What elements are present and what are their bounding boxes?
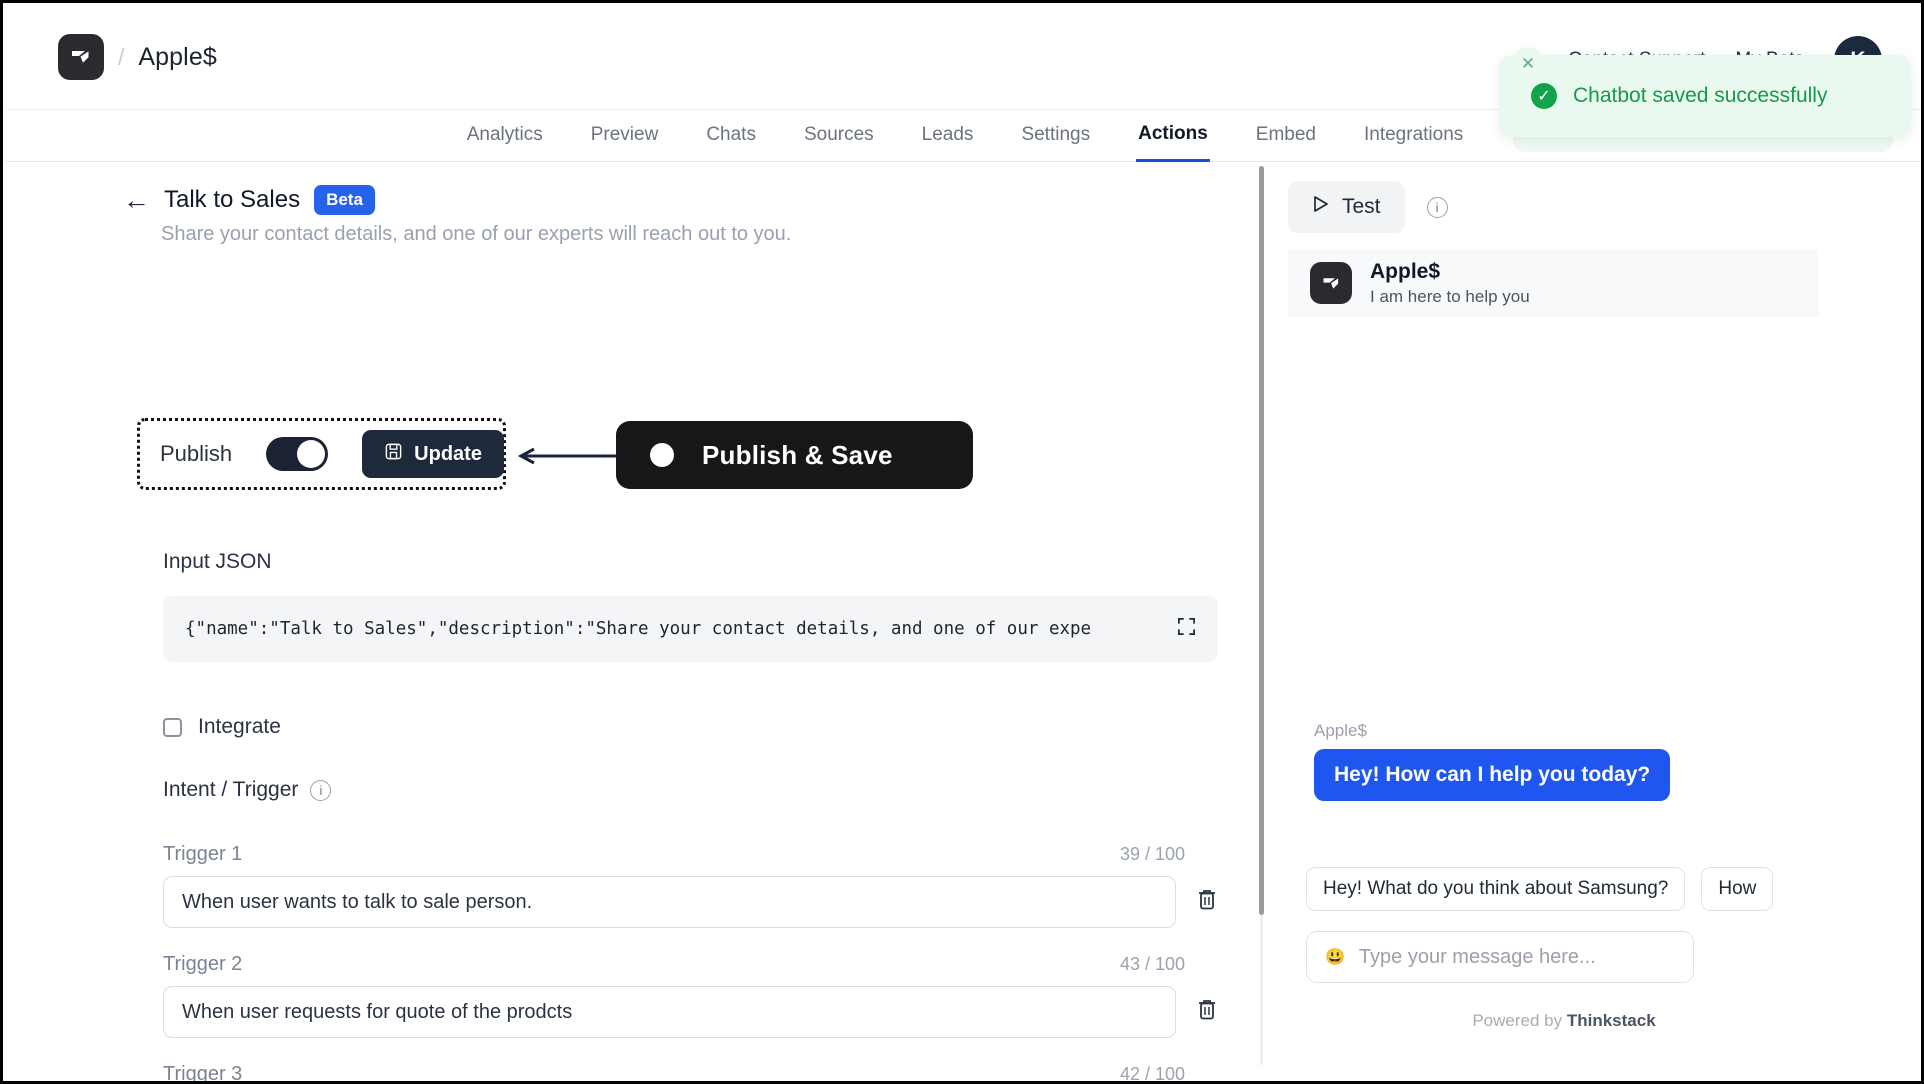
action-header: ← Talk to Sales Beta Share your contact … (123, 185, 792, 246)
integrate-row[interactable]: Integrate (163, 715, 281, 739)
trigger-char-count: 42 / 100 (1119, 1064, 1185, 1084)
tab-preview[interactable]: Preview (589, 124, 661, 160)
chat-bot-name: Apple$ (1370, 259, 1441, 283)
toggle-knob (297, 440, 326, 468)
left-arrow-icon (517, 448, 617, 464)
powered-by-prefix: Powered by (1472, 1011, 1567, 1030)
suggested-reply-chip[interactable]: How (1701, 867, 1774, 911)
annotation-callout: Publish & Save (616, 421, 973, 489)
publish-label: Publish (160, 441, 233, 466)
trigger-char-count: 43 / 100 (1119, 954, 1185, 974)
integrate-label: Integrate (198, 715, 281, 738)
tab-leads[interactable]: Leads (920, 124, 976, 160)
back-arrow-icon[interactable]: ← (123, 186, 150, 214)
callout-text: Publish & Save (702, 439, 893, 470)
beta-badge: Beta (314, 185, 375, 215)
action-editor-panel: ← Talk to Sales Beta Share your contact … (6, 163, 1261, 1084)
tab-analytics[interactable]: Analytics (465, 124, 545, 160)
trigger-input-row: When user wants to talk to sale person. (163, 876, 1218, 928)
thinkstack-logo-icon (1310, 262, 1352, 304)
check-circle-icon: ✓ (1531, 83, 1557, 109)
trigger-head: Trigger 1 39 / 100 (163, 843, 1185, 866)
chat-message-sender: Apple$ (1314, 721, 1367, 740)
tab-embed[interactable]: Embed (1254, 124, 1318, 160)
tab-integrations[interactable]: Integrations (1362, 124, 1465, 160)
tab-chats[interactable]: Chats (704, 124, 758, 160)
trigger-block: Trigger 2 43 / 100 When user requests for … (163, 953, 1218, 1038)
trigger-char-count: 39 / 100 (1119, 844, 1185, 864)
trigger-label: Trigger 1 (163, 843, 243, 865)
toast-message: Chatbot saved successfully (1573, 84, 1828, 107)
info-icon[interactable]: i (1426, 196, 1448, 218)
integrate-checkbox[interactable] (163, 717, 182, 737)
info-icon[interactable]: i (310, 779, 332, 801)
breadcrumb-separator: / (118, 43, 125, 70)
chat-message: Apple$ Hey! How can I help you today? (1314, 721, 1671, 801)
input-json-label: Input JSON (163, 550, 272, 573)
chat-bot-tagline: I am here to help you (1370, 286, 1530, 306)
chat-composer[interactable]: 😃 Type your message here... (1306, 931, 1694, 983)
page-title: Talk to Sales (164, 186, 301, 213)
trigger-head: Trigger 3 42 / 100 (163, 1063, 1185, 1084)
powered-by-footer: Powered by Thinkstack (1268, 1011, 1860, 1031)
trigger-head: Trigger 2 43 / 100 (163, 953, 1185, 976)
play-icon (1312, 195, 1329, 219)
panel-scrollbar-track[interactable] (1260, 915, 1263, 1065)
intent-trigger-label: Intent / Trigger (163, 778, 299, 801)
trash-icon[interactable] (1196, 888, 1218, 917)
chat-message-bubble: Hey! How can I help you today? (1314, 749, 1671, 801)
publish-save-group: Publish Update (137, 418, 506, 490)
triggers-list: Trigger 1 39 / 100 When user wants to talk… (163, 843, 1218, 1084)
update-button[interactable]: Update (362, 430, 504, 478)
test-button-label: Test (1342, 195, 1381, 218)
app-window: / Apple$ Contact Support My Bots K Analy… (0, 0, 1924, 1084)
workspace-name: Apple$ (138, 42, 217, 71)
tab-settings[interactable]: Settings (1019, 124, 1092, 160)
intent-trigger-heading: Intent / Trigger i (163, 778, 332, 802)
trigger-input-row: When user requests for quote of the prod… (163, 986, 1218, 1038)
trigger-input[interactable]: When user requests for quote of the prod… (163, 986, 1176, 1038)
callout-bullet-icon (650, 443, 674, 467)
tab-sources[interactable]: Sources (802, 124, 876, 160)
powered-by-brand: Thinkstack (1566, 1011, 1656, 1030)
test-row: Test i (1288, 181, 1448, 233)
test-button[interactable]: Test (1288, 181, 1405, 233)
trigger-label: Trigger 3 (163, 1063, 243, 1084)
thinkstack-logo-icon[interactable] (58, 34, 104, 80)
chat-input-placeholder: Type your message here... (1358, 945, 1596, 968)
emoji-icon[interactable]: 😃 (1325, 947, 1345, 967)
trash-icon[interactable] (1196, 998, 1218, 1027)
expand-icon[interactable] (1177, 617, 1196, 641)
input-json-value: {"name":"Talk to Sales","description":"S… (185, 619, 1092, 639)
suggested-replies: Hey! What do you think about Samsung? How (1306, 867, 1921, 911)
success-toast: ✓ Chatbot saved successfully (1499, 55, 1911, 137)
save-icon (384, 442, 403, 467)
input-json-field[interactable]: {"name":"Talk to Sales","description":"S… (163, 596, 1218, 662)
trigger-input[interactable]: When user wants to talk to sale person. (163, 876, 1176, 928)
brand: / Apple$ (58, 34, 217, 80)
trigger-block: Trigger 342 / 100When a user needs help … (163, 1063, 1218, 1084)
chat-widget-header: Apple$ I am here to help you (1288, 249, 1819, 317)
suggested-reply-chip[interactable]: Hey! What do you think about Samsung? (1306, 867, 1686, 911)
panel-scrollbar[interactable] (1259, 166, 1264, 915)
action-description: Share your contact details, and one of o… (161, 223, 792, 245)
tab-actions[interactable]: Actions (1136, 123, 1210, 162)
update-button-label: Update (414, 442, 482, 465)
close-icon[interactable]: ✕ (1511, 47, 1545, 81)
trigger-label: Trigger 2 (163, 953, 243, 975)
trigger-block: Trigger 1 39 / 100 When user wants to talk… (163, 843, 1218, 928)
chat-preview-panel: Test i Apple$ I am here to help you Appl… (1268, 163, 1921, 1081)
publish-toggle[interactable] (266, 437, 329, 471)
